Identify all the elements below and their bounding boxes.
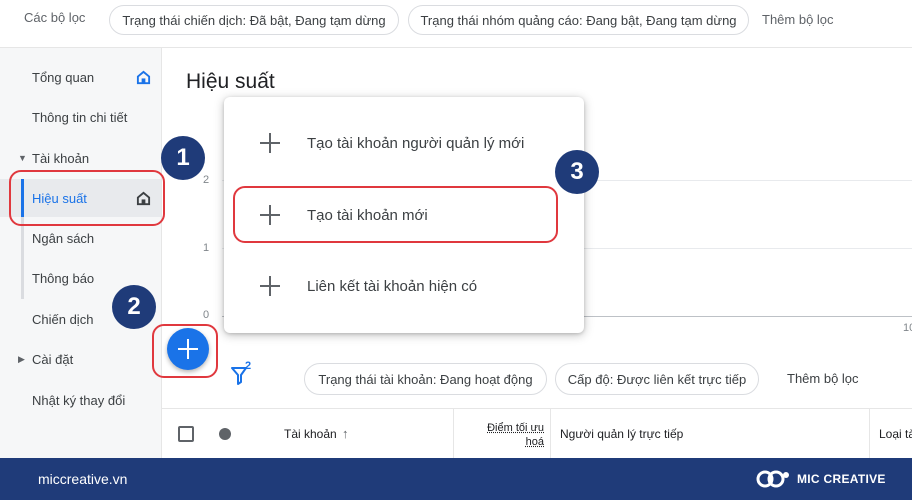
sidebar-item-label: Thông tin chi tiết xyxy=(32,109,128,125)
column-divider xyxy=(453,408,454,458)
sidebar-item-label: Tài khoản xyxy=(32,150,90,166)
sidebar-item-label: Chiến dịch xyxy=(32,311,94,327)
status-dot-icon xyxy=(219,428,231,440)
highlight-new-account xyxy=(233,186,558,243)
filter-chip-level[interactable]: Cấp độ: Được liên kết trực tiếp xyxy=(555,363,759,395)
step-badge-2: 2 xyxy=(112,285,156,329)
filter-chip-account-status[interactable]: Trạng thái tài khoản: Đang hoạt động xyxy=(304,363,547,395)
filter-count-badge: 2 xyxy=(245,360,252,372)
y-tick-label: 1 xyxy=(203,242,210,254)
filter-chip-adgroup-status[interactable]: Trạng thái nhóm quảng cáo: Đang bật, Đan… xyxy=(408,5,749,35)
x-tick-label: 10 xyxy=(903,322,912,334)
column-divider xyxy=(550,408,551,458)
add-filter-link[interactable]: Thêm bộ lọc xyxy=(787,371,859,386)
sidebar-item-label: Ngân sách xyxy=(32,230,95,246)
highlight-performance xyxy=(9,170,165,226)
plus-icon xyxy=(258,274,282,298)
sidebar-item-label: Cài đặt xyxy=(32,351,74,367)
column-header-optimization-score[interactable]: Điểm tối ưu hoá xyxy=(468,421,544,449)
column-header-type[interactable]: Loại tà xyxy=(879,427,912,441)
step-badge-3: 3 xyxy=(555,150,599,194)
step-badge-1: 1 xyxy=(161,136,205,180)
add-filter-link[interactable]: Thêm bộ lọc xyxy=(762,12,834,27)
sidebar-item-label: Thông báo xyxy=(32,270,95,286)
column-header-account[interactable]: Tài khoản xyxy=(284,427,337,441)
sidebar-item-change-history[interactable]: Nhật ký thay đổi xyxy=(0,381,161,419)
filter-chip-campaign-status[interactable]: Trạng thái chiến dịch: Đã bật, Đang tạm … xyxy=(109,5,399,35)
footer-banner: miccreative.vn MIC CREATIVE xyxy=(0,458,912,500)
caret-right-icon: ▶ xyxy=(18,354,25,364)
page-title: Hiệu suất xyxy=(186,70,275,93)
menu-item-label: Liên kết tài khoản hiện có xyxy=(307,277,478,295)
sidebar-item-label: Tổng quan xyxy=(32,69,95,85)
menu-item-label: Tạo tài khoản người quản lý mới xyxy=(307,134,525,152)
mic-creative-logo-icon xyxy=(756,470,789,488)
filters-label: Các bộ lọc xyxy=(24,10,86,25)
menu-item-new-manager-account[interactable]: Tạo tài khoản người quản lý mới xyxy=(224,113,584,173)
sidebar-item-overview[interactable]: Tổng quan xyxy=(0,58,161,96)
y-tick-label: 2 xyxy=(203,174,210,186)
menu-item-link-existing-account[interactable]: Liên kết tài khoản hiện có xyxy=(224,256,584,316)
filter-bar: Các bộ lọc Trạng thái chiến dịch: Đã bật… xyxy=(0,0,912,48)
sidebar-item-insights[interactable]: Thông tin chi tiết xyxy=(0,98,161,136)
y-tick-label: 0 xyxy=(203,309,210,321)
home-icon xyxy=(136,70,151,85)
sort-arrow-icon[interactable]: ↑ xyxy=(342,426,349,441)
filter-icon[interactable] xyxy=(230,362,258,388)
select-all-checkbox[interactable] xyxy=(178,426,194,442)
highlight-add-button xyxy=(152,324,218,378)
site-url: miccreative.vn xyxy=(38,471,128,487)
sidebar-item-settings[interactable]: ▶ Cài đặt xyxy=(0,340,161,378)
column-divider xyxy=(869,408,870,458)
plus-icon xyxy=(258,131,282,155)
brand-name: MIC CREATIVE xyxy=(797,472,886,486)
column-header-direct-manager[interactable]: Người quản lý trực tiếp xyxy=(560,427,683,441)
sidebar-item-label: Nhật ký thay đổi xyxy=(32,392,126,408)
caret-down-icon: ▼ xyxy=(18,153,27,163)
